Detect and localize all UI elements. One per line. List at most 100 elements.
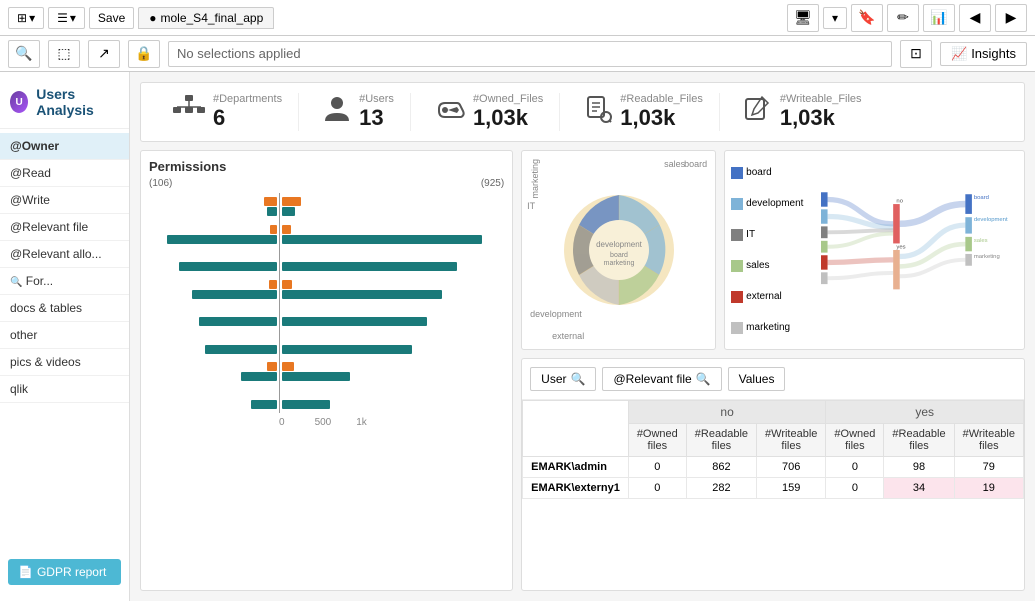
select-btn[interactable]: ⬚: [48, 40, 80, 68]
sidebar-item-owner[interactable]: @Owner: [0, 133, 129, 160]
values-button[interactable]: Values: [728, 367, 786, 391]
owned-content: #Owned_Files 1,03k: [473, 93, 543, 131]
save-label: Save: [98, 11, 125, 25]
development-text: development: [746, 198, 803, 209]
toolbar-right: 🖥 ▾ 🔖 ✏ 📊 ◀ ▶: [787, 4, 1027, 32]
sidebar-item-for[interactable]: 🔍 For...: [0, 268, 129, 295]
relevant-file-search-button[interactable]: @Relevant file 🔍: [602, 367, 721, 391]
no-owned-header: #Ownedfiles: [628, 424, 686, 457]
owned-value: 1,03k: [473, 105, 543, 131]
app-menu-btn[interactable]: ⊞ ▾: [8, 7, 44, 29]
gdpr-report-button[interactable]: 📄 GDPR report: [8, 559, 121, 585]
kpi-departments: #Departments 6: [157, 93, 299, 131]
kpi-owned-files: #Owned_Files 1,03k: [419, 93, 560, 131]
legend-external: external: [731, 291, 821, 303]
svg-text:no: no: [897, 199, 904, 205]
sidebar-item-write[interactable]: @Write: [0, 187, 129, 214]
chart-btn[interactable]: 📊: [923, 4, 955, 32]
legend-it: IT: [731, 229, 821, 241]
sidebar-item-qlik[interactable]: qlik: [0, 376, 129, 403]
app-logo: U: [10, 91, 28, 113]
search-icon: 🔍: [10, 277, 22, 288]
viz-row: marketing sales board development extern…: [521, 150, 1025, 350]
users-content: #Users 13: [359, 93, 394, 131]
main-layout: U Users Analysis @Owner @Read @Write @Re…: [0, 72, 1035, 601]
sidebar-item-other[interactable]: other: [0, 322, 129, 349]
bookmark-btn[interactable]: 🔖: [851, 4, 883, 32]
sidebar-relevant-allo-label: @Relevant allo...: [10, 247, 102, 261]
yes-group-header: yes: [826, 401, 1024, 424]
writeable-content: #Writeable_Files 1,03k: [780, 93, 862, 131]
table-row: EMARK\externy1 0 282 159 0 34 19: [523, 478, 1024, 499]
pencil-btn[interactable]: ✏: [887, 4, 919, 32]
zoom-btn[interactable]: 🔍: [8, 40, 40, 68]
selection-icon-btn[interactable]: ⊡: [900, 40, 932, 68]
it-text: IT: [746, 229, 755, 240]
sidebar-item-relevant-allo[interactable]: @Relevant allo...: [0, 241, 129, 268]
no-group-header: no: [628, 401, 826, 424]
sidebar-item-relevant-file[interactable]: @Relevant file: [0, 214, 129, 241]
lock-btn[interactable]: 🔒: [128, 40, 160, 68]
table-toolbar: User 🔍 @Relevant file 🔍 Values: [522, 359, 1024, 400]
marketing-color: [731, 322, 743, 334]
svg-text:marketing: marketing: [603, 260, 634, 267]
relevant-file-search-icon: 🔍: [696, 372, 711, 386]
sidebar-for-label: For...: [26, 274, 53, 288]
sidebar-other-label: other: [10, 328, 37, 342]
insights-button[interactable]: 📈 Insights: [940, 42, 1027, 66]
list-menu-btn[interactable]: ☰ ▾: [48, 7, 85, 29]
no-readable-header: #Readablefiles: [686, 424, 756, 457]
user-search-button[interactable]: User 🔍: [530, 367, 596, 391]
no-readable-0: 862: [686, 457, 756, 478]
no-owned-0: 0: [628, 457, 686, 478]
user-cell-1: EMARK\externy1: [523, 478, 629, 499]
monitor-dropdown[interactable]: ▾: [823, 7, 847, 29]
no-owned-1: 0: [628, 478, 686, 499]
yes-owned-1: 0: [826, 478, 884, 499]
sidebar-item-pics[interactable]: pics & videos: [0, 349, 129, 376]
yes-writeable-header: #Writeablefiles: [954, 424, 1023, 457]
yes-writeable-1: 19: [954, 478, 1023, 499]
file-icon: 📄: [18, 565, 33, 579]
svg-text:sales: sales: [974, 238, 988, 244]
x-label-1k: 1k: [356, 417, 367, 428]
save-button[interactable]: Save: [89, 7, 134, 29]
selection-status: No selections applied: [168, 41, 892, 67]
sidebar-docs-label: docs & tables: [10, 301, 82, 315]
sankey-svg: no yes board development sales marketing: [821, 157, 1018, 343]
owned-files-icon: [435, 95, 465, 130]
board-text: board: [746, 167, 772, 178]
monitor-btn[interactable]: 🖥: [787, 4, 819, 32]
sidebar-item-docs[interactable]: docs & tables: [0, 295, 129, 322]
yes-writeable-0: 79: [954, 457, 1023, 478]
relevant-file-label: @Relevant file: [613, 372, 691, 386]
external-label-donut: external: [552, 331, 584, 341]
sidebar-relevant-file-label: @Relevant file: [10, 220, 88, 234]
yes-readable-0: 98: [884, 457, 954, 478]
fwd-btn[interactable]: ↗: [88, 40, 120, 68]
forward-btn[interactable]: ▶: [995, 4, 1027, 32]
no-selections-text: No selections applied: [177, 46, 301, 61]
x-label-0: 0: [279, 417, 285, 428]
app-tab[interactable]: ● mole_S4_final_app: [138, 7, 274, 29]
sidebar-item-read[interactable]: @Read: [0, 160, 129, 187]
gdpr-label: GDPR report: [37, 565, 106, 579]
donut-svg: development board marketing: [554, 185, 684, 315]
kpi-writeable-files: #Writeable_Files 1,03k: [728, 93, 878, 131]
sidebar-write-label: @Write: [10, 193, 50, 207]
app-tab-label: mole_S4_final_app: [161, 11, 264, 25]
data-table: User 🔍 @Relevant file 🔍 Values: [521, 358, 1025, 591]
departments-icon: [173, 95, 205, 130]
charts-table-row: Permissions (106) (925): [140, 150, 1025, 591]
writeable-label: #Writeable_Files: [780, 93, 862, 105]
insights-chart-icon: 📈: [951, 46, 967, 62]
right-panels: marketing sales board development extern…: [521, 150, 1025, 591]
kpi-row: #Departments 6 #Users 13: [140, 82, 1025, 142]
dropdown-arrow2: ▾: [70, 11, 76, 25]
readable-label: #Readable_Files: [620, 93, 703, 105]
readable-value: 1,03k: [620, 105, 703, 131]
x-label-500: 500: [315, 417, 332, 428]
readable-files-icon: [584, 95, 612, 130]
board-color: [731, 167, 743, 179]
back-btn[interactable]: ◀: [959, 4, 991, 32]
